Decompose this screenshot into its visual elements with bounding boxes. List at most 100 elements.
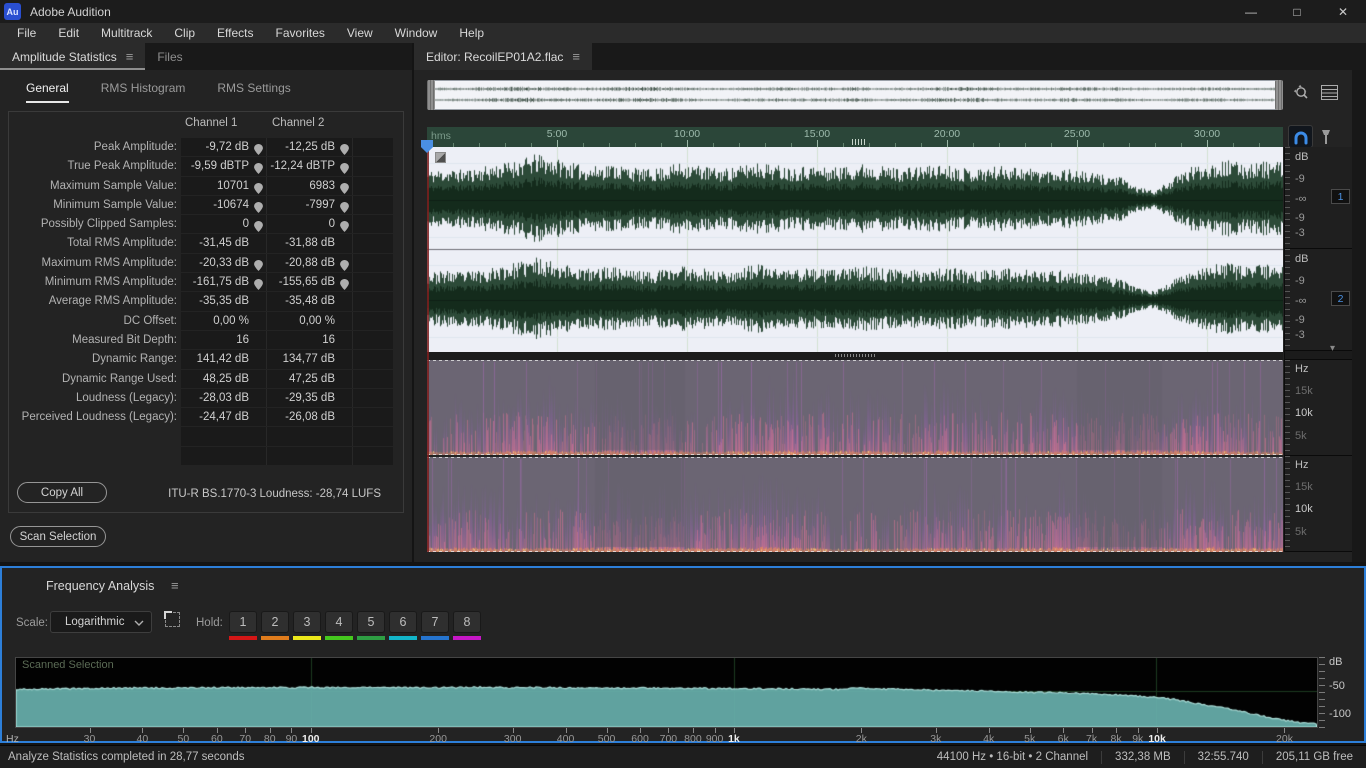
selection-corner-icon[interactable] xyxy=(435,152,446,163)
overview-right-handle[interactable] xyxy=(1275,80,1283,110)
menu-favorites[interactable]: Favorites xyxy=(265,23,336,43)
stats-panel-tabstrip: Amplitude Statistics ≡ Files xyxy=(0,43,412,70)
menu-edit[interactable]: Edit xyxy=(47,23,90,43)
hz-scale-label: 10k xyxy=(1295,503,1313,515)
db-scale-label: -3 xyxy=(1295,329,1305,341)
stat-value: 48,25 dB xyxy=(202,372,249,385)
menu-view[interactable]: View xyxy=(336,23,384,43)
frequency-analysis-title: Frequency Analysis xyxy=(46,579,155,593)
db-axis-label: -50 xyxy=(1329,680,1345,692)
stat-row-label: Measured Bit Depth: xyxy=(72,333,177,346)
view-splitter[interactable] xyxy=(427,352,1283,360)
stat-value-cell-ch2: -29,35 dB xyxy=(267,388,353,408)
menu-clip[interactable]: Clip xyxy=(163,23,206,43)
scale-dropdown[interactable]: Logarithmic xyxy=(50,611,152,633)
collapse-arrow-icon[interactable]: ▾ xyxy=(1330,343,1335,354)
view-options-list-icon[interactable] xyxy=(1320,84,1338,100)
stat-value-cell-ch2 xyxy=(267,427,353,446)
stat-value-cell-ch1: 141,42 dB xyxy=(181,350,267,369)
stat-value: 0 xyxy=(242,218,249,231)
frequency-plot-canvas[interactable] xyxy=(15,657,1318,728)
timeline-tick xyxy=(687,140,688,147)
db-scale-label: -∞ xyxy=(1295,193,1307,205)
timeline-tick-label: 30:00 xyxy=(1193,128,1221,140)
stat-value-cell-ch1: 10701 xyxy=(181,176,267,195)
freq-axis-label: 800 xyxy=(684,733,702,745)
stat-row-label: True Peak Amplitude: xyxy=(67,160,177,173)
frequency-axis: Hz 30 40 50 60 70 80 90 100 200 300 400 500 600 700 80… xyxy=(2,728,1364,745)
tab-files[interactable]: Files xyxy=(145,43,194,70)
right-scrollbar-strip[interactable] xyxy=(1352,70,1366,562)
minimize-button[interactable]: — xyxy=(1228,0,1274,23)
tab-editor-file[interactable]: Editor: RecoilEP01A2.flac ≡ xyxy=(414,43,592,70)
spectral-view-toggle[interactable] xyxy=(1318,127,1334,147)
freq-axis-label: 4k xyxy=(983,733,995,745)
panel-menu-icon[interactable]: ≡ xyxy=(126,49,134,64)
copy-all-button[interactable]: Copy All xyxy=(17,482,107,503)
spectrogram-channel-1[interactable] xyxy=(427,360,1283,455)
menu-file[interactable]: File xyxy=(6,23,47,43)
hold-button-8[interactable]: 8 xyxy=(453,611,481,633)
menu-multitrack[interactable]: Multitrack xyxy=(90,23,163,43)
editor-panel-menu-icon[interactable]: ≡ xyxy=(572,49,580,64)
stat-row-label: Total RMS Amplitude: xyxy=(67,237,177,250)
scan-selection-button[interactable]: Scan Selection xyxy=(10,526,106,547)
stat-value: -12,25 dB xyxy=(285,141,335,153)
hold-button-7[interactable]: 7 xyxy=(421,611,449,633)
stat-value-cell-ch1: -31,45 dB xyxy=(181,234,267,253)
waveform-display[interactable] xyxy=(427,147,1283,352)
stat-value-cell-ch2: -12,25 dB xyxy=(267,138,353,157)
tab-rms-histogram[interactable]: RMS Histogram xyxy=(101,81,186,103)
tab-rms-settings[interactable]: RMS Settings xyxy=(217,81,290,103)
frequency-panel-menu-icon[interactable]: ≡ xyxy=(171,578,179,593)
stat-row xyxy=(9,427,403,446)
spectrogram-channel-2[interactable] xyxy=(427,457,1283,552)
hold-button-2[interactable]: 2 xyxy=(261,611,289,633)
hold-button-3[interactable]: 3 xyxy=(293,611,321,633)
hz-scale-channel-2: Hz 15k 10k 5k xyxy=(1285,456,1352,552)
stat-value: -35,35 dB xyxy=(199,295,249,308)
stat-row-label: DC Offset: xyxy=(123,314,177,327)
stat-value-cell-ch2: 6983 xyxy=(267,176,353,195)
hold-color-swatch-7 xyxy=(421,636,449,640)
waveform-view-toggle[interactable] xyxy=(1288,125,1313,148)
menu-bar: File Edit Multitrack Clip Effects Favorites Vi… xyxy=(0,23,1366,43)
channel-badge-1[interactable]: 1 xyxy=(1331,189,1350,204)
maximize-button[interactable]: □ xyxy=(1274,0,1320,23)
db-scale-unit: dB xyxy=(1295,151,1309,163)
marquee-selection-icon[interactable] xyxy=(164,611,180,627)
zoom-navigate-icon[interactable] xyxy=(1292,83,1312,103)
stat-value-cell-ch1: -20,33 dB xyxy=(181,253,267,273)
freq-axis-label: 9k xyxy=(1132,733,1144,745)
stat-value-cell-ch2: 134,77 dB xyxy=(267,350,353,369)
stat-value-cell-ch1 xyxy=(181,427,267,446)
hz-scale-channel-1: Hz 15k 10k 5k xyxy=(1285,360,1352,456)
hz-scale-label: 15k xyxy=(1295,481,1313,493)
close-button[interactable]: ✕ xyxy=(1320,0,1366,23)
menu-window[interactable]: Window xyxy=(384,23,449,43)
menu-effects[interactable]: Effects xyxy=(206,23,264,43)
db-scale-label: -3 xyxy=(1295,227,1305,239)
hold-button-5[interactable]: 5 xyxy=(357,611,385,633)
stat-value-cell-ch2: -7997 xyxy=(267,195,353,215)
stat-value-cell-ch1: -24,47 dB xyxy=(181,408,267,427)
channel-badge-2[interactable]: 2 xyxy=(1331,291,1350,306)
timeline-tick-label: 20:00 xyxy=(933,128,961,140)
hold-color-swatch-3 xyxy=(293,636,321,640)
stat-value-cell-ch2: -31,88 dB xyxy=(267,234,353,253)
hold-button-6[interactable]: 6 xyxy=(389,611,417,633)
editor-panel: Editor: RecoilEP01A2.flac ≡ hms 5:00 10:0… xyxy=(414,43,1366,562)
freq-axis-label: 400 xyxy=(556,733,575,745)
stat-value: 47,25 dB xyxy=(288,372,335,385)
tab-general[interactable]: General xyxy=(26,81,69,103)
tab-amplitude-statistics[interactable]: Amplitude Statistics ≡ xyxy=(0,43,146,70)
hold-color-swatch-5 xyxy=(357,636,385,640)
hold-button-1[interactable]: 1 xyxy=(229,611,257,633)
hold-button-4[interactable]: 4 xyxy=(325,611,353,633)
column-header-channel-2: Channel 2 xyxy=(272,117,325,129)
waveform-overview-bar[interactable] xyxy=(427,80,1283,110)
stat-row-label: Maximum Sample Value: xyxy=(50,179,177,192)
timeline-tick-label: 15:00 xyxy=(803,128,831,140)
overview-left-handle[interactable] xyxy=(427,80,435,110)
menu-help[interactable]: Help xyxy=(448,23,495,43)
